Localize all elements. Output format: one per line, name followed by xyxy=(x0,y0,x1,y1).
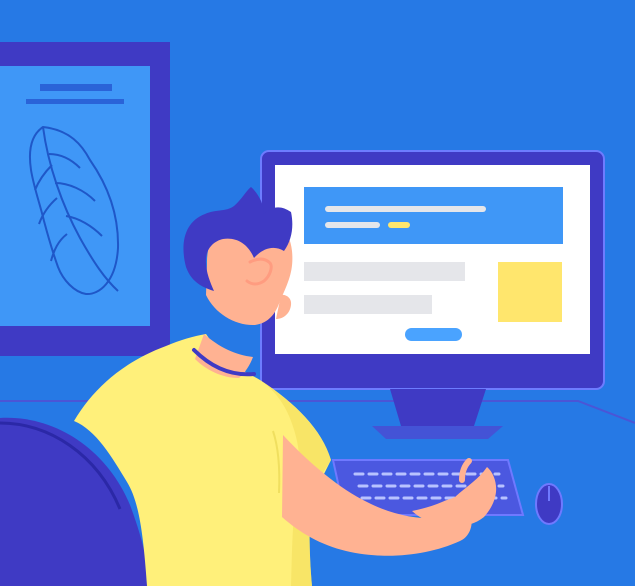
monitor-base xyxy=(372,426,503,439)
screen-content-line-2 xyxy=(304,295,432,314)
screen-content-line-1 xyxy=(304,262,465,281)
screen-button xyxy=(405,328,462,341)
picture-panel xyxy=(0,66,150,326)
screen-image-block xyxy=(498,262,562,322)
mouse-icon xyxy=(535,483,563,525)
screen-header-block xyxy=(304,187,563,244)
illustration-scene xyxy=(0,0,635,586)
picture-title-line xyxy=(40,84,112,91)
monitor-neck xyxy=(390,389,486,426)
screen-header-line xyxy=(325,206,486,212)
screen-header-badge xyxy=(388,222,410,228)
picture-subtitle-line xyxy=(26,99,124,104)
scene-svg xyxy=(0,0,635,586)
wall-picture xyxy=(0,42,170,356)
screen-header-line-short xyxy=(325,222,380,228)
